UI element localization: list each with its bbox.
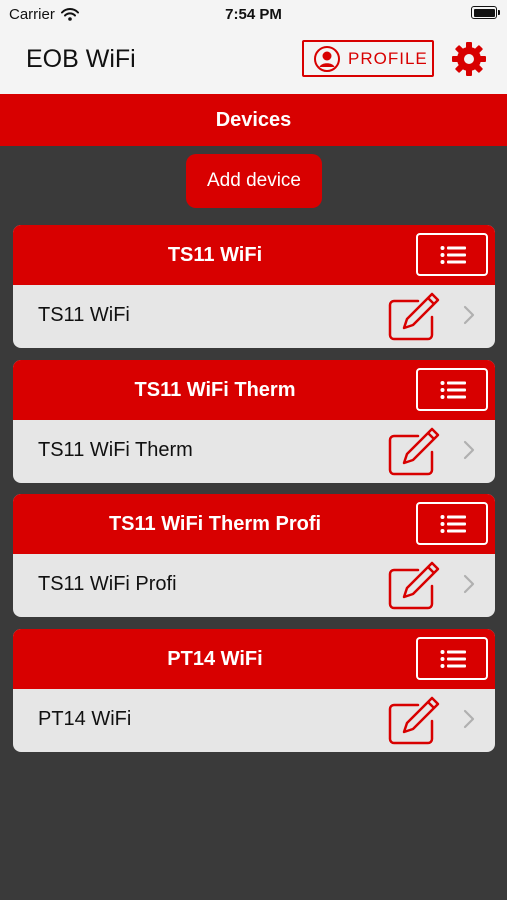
list-button[interactable] xyxy=(416,368,488,411)
chevron-right-icon xyxy=(463,574,475,594)
add-device-button[interactable]: Add device xyxy=(186,154,322,208)
section-title: Devices xyxy=(0,94,507,146)
device-group-name: PT14 WiFi xyxy=(167,648,263,670)
nav-bar: EOB WiFi PROFILE xyxy=(0,28,507,94)
list-icon xyxy=(440,650,466,668)
battery-icon xyxy=(471,6,500,19)
device-group-name: TS11 WiFi Therm Profi xyxy=(108,513,322,535)
gear-icon[interactable] xyxy=(451,41,487,77)
edit-icon[interactable] xyxy=(388,695,440,745)
device-name: TS11 WiFi xyxy=(38,304,130,326)
device-row[interactable]: TS11 WiFi Profi xyxy=(13,554,495,617)
device-name: TS11 WiFi Therm xyxy=(38,439,193,461)
device-row[interactable]: TS11 WiFi xyxy=(13,285,495,348)
list-button[interactable] xyxy=(416,637,488,680)
device-row[interactable]: PT14 WiFi xyxy=(13,689,495,752)
list-icon xyxy=(440,246,466,264)
chevron-right-icon xyxy=(463,305,475,325)
clock: 7:54 PM xyxy=(225,6,282,23)
list-icon xyxy=(440,381,466,399)
profile-button[interactable]: PROFILE xyxy=(302,40,434,77)
list-button[interactable] xyxy=(416,502,488,545)
device-card: PT14 WiFi PT14 WiFi xyxy=(13,629,495,752)
device-name: TS11 WiFi Profi xyxy=(38,573,177,595)
device-card-header: PT14 WiFi xyxy=(13,629,495,689)
device-card-header: TS11 WiFi Therm Profi xyxy=(13,494,495,554)
device-card: TS11 WiFi Therm Profi TS11 WiFi Profi xyxy=(13,494,495,617)
device-row[interactable]: TS11 WiFi Therm xyxy=(13,420,495,483)
edit-icon[interactable] xyxy=(388,560,440,610)
edit-icon[interactable] xyxy=(388,291,440,341)
app-title: EOB WiFi xyxy=(26,45,136,73)
device-card-header: TS11 WiFi Therm xyxy=(13,360,495,420)
status-bar: Carrier 7:54 PM xyxy=(0,0,507,28)
device-name: PT14 WiFi xyxy=(38,708,132,730)
chevron-right-icon xyxy=(463,440,475,460)
device-card: TS11 WiFi TS11 WiFi xyxy=(13,225,495,348)
list-icon xyxy=(440,515,466,533)
device-group-name: TS11 WiFi Therm xyxy=(134,379,296,401)
device-card-header: TS11 WiFi xyxy=(13,225,495,285)
person-icon xyxy=(314,45,340,72)
device-group-name: TS11 WiFi xyxy=(167,244,263,266)
chevron-right-icon xyxy=(463,709,475,729)
list-button[interactable] xyxy=(416,233,488,276)
edit-icon[interactable] xyxy=(388,426,440,476)
device-card: TS11 WiFi Therm TS11 WiFi Therm xyxy=(13,360,495,483)
profile-label: PROFILE xyxy=(348,48,428,68)
